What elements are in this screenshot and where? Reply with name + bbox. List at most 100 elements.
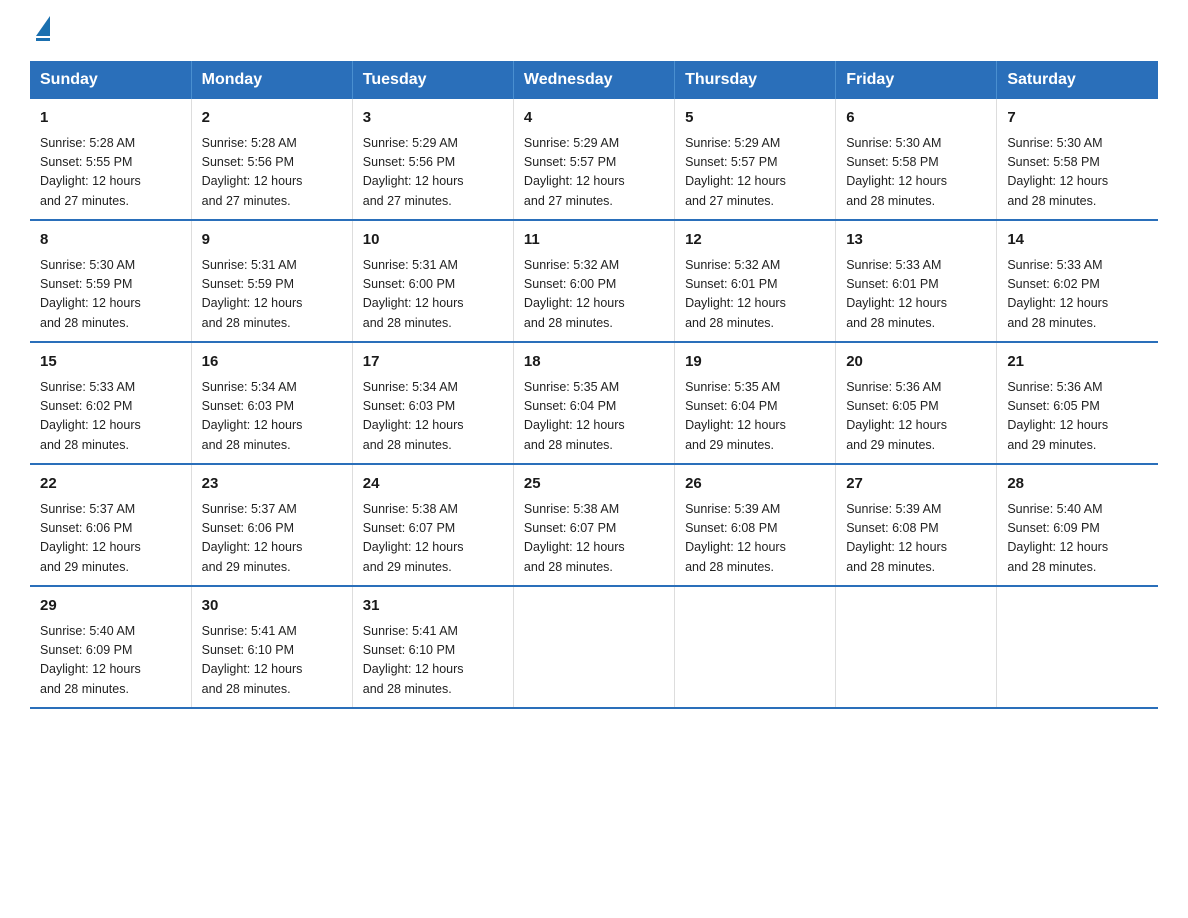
- calendar-cell: 31 Sunrise: 5:41 AMSunset: 6:10 PMDayligh…: [352, 586, 513, 708]
- calendar-cell: 16Sunrise: 5:34 AMSunset: 6:03 PMDayligh…: [191, 342, 352, 464]
- day-number: 15: [40, 351, 181, 374]
- day-number: 16: [202, 351, 342, 374]
- day-info: Sunrise: 5:40 AMSunset: 6:09 PMDaylight:…: [1007, 500, 1148, 578]
- calendar-cell: [997, 586, 1158, 708]
- day-info: Sunrise: 5:39 AMSunset: 6:08 PMDaylight:…: [685, 500, 825, 578]
- day-info: Sunrise: 5:34 AMSunset: 6:03 PMDaylight:…: [363, 378, 503, 456]
- day-info: Sunrise: 5:30 AMSunset: 5:59 PMDaylight:…: [40, 256, 181, 334]
- calendar-cell: 25Sunrise: 5:38 AMSunset: 6:07 PMDayligh…: [513, 464, 674, 586]
- calendar-week-row: 22 Sunrise: 5:37 AMSunset: 6:06 PMDayligh…: [30, 464, 1158, 586]
- logo-icon: [34, 20, 50, 41]
- day-info: Sunrise: 5:29 AMSunset: 5:56 PMDaylight:…: [363, 134, 503, 212]
- day-info: Sunrise: 5:36 AMSunset: 6:05 PMDaylight:…: [846, 378, 986, 456]
- day-info: Sunrise: 5:36 AMSunset: 6:05 PMDaylight:…: [1007, 378, 1148, 456]
- logo: [30, 20, 50, 41]
- calendar-cell: [836, 586, 997, 708]
- day-info: Sunrise: 5:40 AMSunset: 6:09 PMDaylight:…: [40, 622, 181, 700]
- day-number: 27: [846, 473, 986, 496]
- calendar-cell: 22Sunrise: 5:37 AMSunset: 6:06 PMDayligh…: [30, 464, 191, 586]
- calendar-cell: 26 Sunrise: 5:39 AMSunset: 6:08 PMDayligh…: [675, 464, 836, 586]
- day-info: Sunrise: 5:38 AMSunset: 6:07 PMDaylight:…: [363, 500, 503, 578]
- calendar-cell: [675, 586, 836, 708]
- day-number: 20: [846, 351, 986, 374]
- calendar-cell: 19 Sunrise: 5:35 AMSunset: 6:04 PMDayligh…: [675, 342, 836, 464]
- column-header-sunday: Sunday: [30, 61, 191, 99]
- day-info: Sunrise: 5:30 AMSunset: 5:58 PMDaylight:…: [846, 134, 986, 212]
- day-number: 26: [685, 473, 825, 496]
- calendar-cell: 9Sunrise: 5:31 AMSunset: 5:59 PMDaylight…: [191, 220, 352, 342]
- calendar-cell: 24Sunrise: 5:38 AMSunset: 6:07 PMDayligh…: [352, 464, 513, 586]
- day-info: Sunrise: 5:39 AMSunset: 6:08 PMDaylight:…: [846, 500, 986, 578]
- day-number: 10: [363, 229, 503, 252]
- day-info: Sunrise: 5:28 AMSunset: 5:56 PMDaylight:…: [202, 134, 342, 212]
- calendar-cell: 13 Sunrise: 5:33 AMSunset: 6:01 PMDayligh…: [836, 220, 997, 342]
- day-info: Sunrise: 5:33 AMSunset: 6:01 PMDaylight:…: [846, 256, 986, 334]
- calendar-cell: 12 Sunrise: 5:32 AMSunset: 6:01 PMDayligh…: [675, 220, 836, 342]
- day-number: 3: [363, 107, 503, 130]
- day-info: Sunrise: 5:35 AMSunset: 6:04 PMDaylight:…: [685, 378, 825, 456]
- day-number: 7: [1007, 107, 1148, 130]
- calendar-cell: 18 Sunrise: 5:35 AMSunset: 6:04 PMDayligh…: [513, 342, 674, 464]
- column-header-saturday: Saturday: [997, 61, 1158, 99]
- day-number: 22: [40, 473, 181, 496]
- calendar-cell: 5 Sunrise: 5:29 AMSunset: 5:57 PMDaylight…: [675, 99, 836, 220]
- calendar-cell: 23Sunrise: 5:37 AMSunset: 6:06 PMDayligh…: [191, 464, 352, 586]
- column-header-tuesday: Tuesday: [352, 61, 513, 99]
- day-info: Sunrise: 5:30 AMSunset: 5:58 PMDaylight:…: [1007, 134, 1148, 212]
- day-info: Sunrise: 5:35 AMSunset: 6:04 PMDaylight:…: [524, 378, 664, 456]
- calendar-cell: 29 Sunrise: 5:40 AMSunset: 6:09 PMDayligh…: [30, 586, 191, 708]
- day-number: 13: [846, 229, 986, 252]
- day-info: Sunrise: 5:32 AMSunset: 6:00 PMDaylight:…: [524, 256, 664, 334]
- calendar-week-row: 8Sunrise: 5:30 AMSunset: 5:59 PMDaylight…: [30, 220, 1158, 342]
- day-info: Sunrise: 5:41 AMSunset: 6:10 PMDaylight:…: [202, 622, 342, 700]
- day-number: 30: [202, 595, 342, 618]
- day-number: 25: [524, 473, 664, 496]
- day-number: 14: [1007, 229, 1148, 252]
- day-info: Sunrise: 5:29 AMSunset: 5:57 PMDaylight:…: [524, 134, 664, 212]
- day-number: 31: [363, 595, 503, 618]
- calendar-cell: 2 Sunrise: 5:28 AMSunset: 5:56 PMDaylight…: [191, 99, 352, 220]
- calendar-cell: 4 Sunrise: 5:29 AMSunset: 5:57 PMDaylight…: [513, 99, 674, 220]
- calendar-cell: 10 Sunrise: 5:31 AMSunset: 6:00 PMDayligh…: [352, 220, 513, 342]
- day-info: Sunrise: 5:33 AMSunset: 6:02 PMDaylight:…: [1007, 256, 1148, 334]
- calendar-cell: 8Sunrise: 5:30 AMSunset: 5:59 PMDaylight…: [30, 220, 191, 342]
- calendar-cell: 14 Sunrise: 5:33 AMSunset: 6:02 PMDayligh…: [997, 220, 1158, 342]
- day-number: 19: [685, 351, 825, 374]
- calendar-header-row: SundayMondayTuesdayWednesdayThursdayFrid…: [30, 61, 1158, 99]
- day-number: 2: [202, 107, 342, 130]
- day-number: 29: [40, 595, 181, 618]
- calendar-cell: 27 Sunrise: 5:39 AMSunset: 6:08 PMDayligh…: [836, 464, 997, 586]
- column-header-monday: Monday: [191, 61, 352, 99]
- day-info: Sunrise: 5:31 AMSunset: 5:59 PMDaylight:…: [202, 256, 342, 334]
- calendar-cell: 1 Sunrise: 5:28 AMSunset: 5:55 PMDaylight…: [30, 99, 191, 220]
- calendar-cell: 6Sunrise: 5:30 AMSunset: 5:58 PMDaylight…: [836, 99, 997, 220]
- calendar-cell: 21Sunrise: 5:36 AMSunset: 6:05 PMDayligh…: [997, 342, 1158, 464]
- day-info: Sunrise: 5:29 AMSunset: 5:57 PMDaylight:…: [685, 134, 825, 212]
- day-number: 11: [524, 229, 664, 252]
- day-number: 4: [524, 107, 664, 130]
- day-number: 5: [685, 107, 825, 130]
- day-info: Sunrise: 5:28 AMSunset: 5:55 PMDaylight:…: [40, 134, 181, 212]
- day-info: Sunrise: 5:31 AMSunset: 6:00 PMDaylight:…: [363, 256, 503, 334]
- day-number: 28: [1007, 473, 1148, 496]
- calendar-cell: 28 Sunrise: 5:40 AMSunset: 6:09 PMDayligh…: [997, 464, 1158, 586]
- day-number: 1: [40, 107, 181, 130]
- calendar-cell: 20 Sunrise: 5:36 AMSunset: 6:05 PMDayligh…: [836, 342, 997, 464]
- day-number: 12: [685, 229, 825, 252]
- day-number: 18: [524, 351, 664, 374]
- calendar-week-row: 15 Sunrise: 5:33 AMSunset: 6:02 PMDayligh…: [30, 342, 1158, 464]
- column-header-friday: Friday: [836, 61, 997, 99]
- calendar-cell: 7 Sunrise: 5:30 AMSunset: 5:58 PMDaylight…: [997, 99, 1158, 220]
- column-header-thursday: Thursday: [675, 61, 836, 99]
- calendar-week-row: 1 Sunrise: 5:28 AMSunset: 5:55 PMDaylight…: [30, 99, 1158, 220]
- calendar-table: SundayMondayTuesdayWednesdayThursdayFrid…: [30, 61, 1158, 709]
- day-info: Sunrise: 5:37 AMSunset: 6:06 PMDaylight:…: [202, 500, 342, 578]
- calendar-cell: 30 Sunrise: 5:41 AMSunset: 6:10 PMDayligh…: [191, 586, 352, 708]
- calendar-cell: 3 Sunrise: 5:29 AMSunset: 5:56 PMDaylight…: [352, 99, 513, 220]
- calendar-week-row: 29 Sunrise: 5:40 AMSunset: 6:09 PMDayligh…: [30, 586, 1158, 708]
- calendar-cell: 17Sunrise: 5:34 AMSunset: 6:03 PMDayligh…: [352, 342, 513, 464]
- day-info: Sunrise: 5:41 AMSunset: 6:10 PMDaylight:…: [363, 622, 503, 700]
- day-info: Sunrise: 5:32 AMSunset: 6:01 PMDaylight:…: [685, 256, 825, 334]
- day-info: Sunrise: 5:33 AMSunset: 6:02 PMDaylight:…: [40, 378, 181, 456]
- page-header: [30, 20, 1158, 41]
